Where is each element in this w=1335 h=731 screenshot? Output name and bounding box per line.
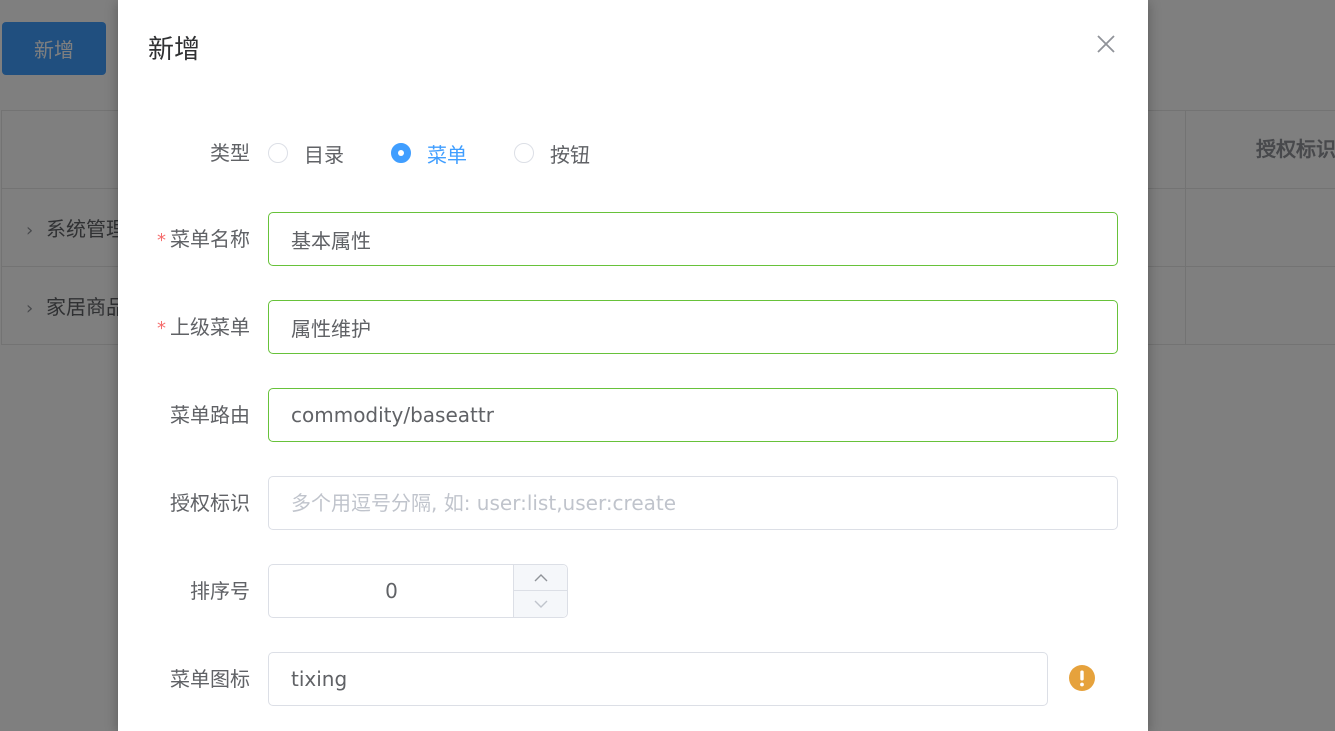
permission-field: 授权标识 <box>118 476 1148 530</box>
dialog-title: 新增 <box>148 35 201 65</box>
permission-input[interactable] <box>268 476 1118 530</box>
type-label: 类型 <box>210 141 250 165</box>
radio-circle[interactable] <box>268 143 288 163</box>
decrement-button[interactable] <box>514 591 567 617</box>
required-mark: * <box>157 318 166 339</box>
radio-menu[interactable]: 菜单 <box>391 126 467 180</box>
menu-icon-input[interactable] <box>268 652 1048 706</box>
menu-name-label: 菜单名称 <box>170 227 250 251</box>
chevron-down-icon <box>534 600 547 608</box>
radio-directory[interactable]: 目录 <box>268 126 344 180</box>
menu-name-field: * 菜单名称 <box>118 212 1148 266</box>
sort-order-value[interactable]: 0 <box>269 565 514 617</box>
menu-icon-field: 菜单图标 <box>118 652 1148 706</box>
type-field: 类型 目录 菜单 按钮 <box>118 126 1148 180</box>
menu-route-label: 菜单路由 <box>170 403 250 427</box>
menu-name-input[interactable] <box>268 212 1118 266</box>
sort-order-field: 排序号 0 <box>118 564 1148 618</box>
menu-route-input[interactable] <box>268 388 1118 442</box>
close-icon[interactable] <box>1094 32 1118 56</box>
chevron-up-icon <box>534 573 547 581</box>
menu-route-field: 菜单路由 <box>118 388 1148 442</box>
radio-button[interactable]: 按钮 <box>514 126 590 180</box>
sort-order-label: 排序号 <box>190 579 250 603</box>
warning-icon[interactable] <box>1068 664 1096 692</box>
menu-icon-label: 菜单图标 <box>170 667 250 691</box>
parent-menu-field: * 上级菜单 <box>118 300 1148 354</box>
parent-menu-label: 上级菜单 <box>170 315 250 339</box>
radio-circle[interactable] <box>391 143 411 163</box>
permission-label: 授权标识 <box>170 491 250 515</box>
add-menu-dialog: 新增 类型 目录 菜单 按钮 *菜单名称 *上级菜单 菜单路由 授权标识 <box>118 0 1148 731</box>
required-mark: * <box>157 230 166 251</box>
sort-order-stepper[interactable]: 0 <box>268 564 568 618</box>
parent-menu-input[interactable] <box>268 300 1118 354</box>
increment-button[interactable] <box>514 565 567 591</box>
radio-circle[interactable] <box>514 143 534 163</box>
